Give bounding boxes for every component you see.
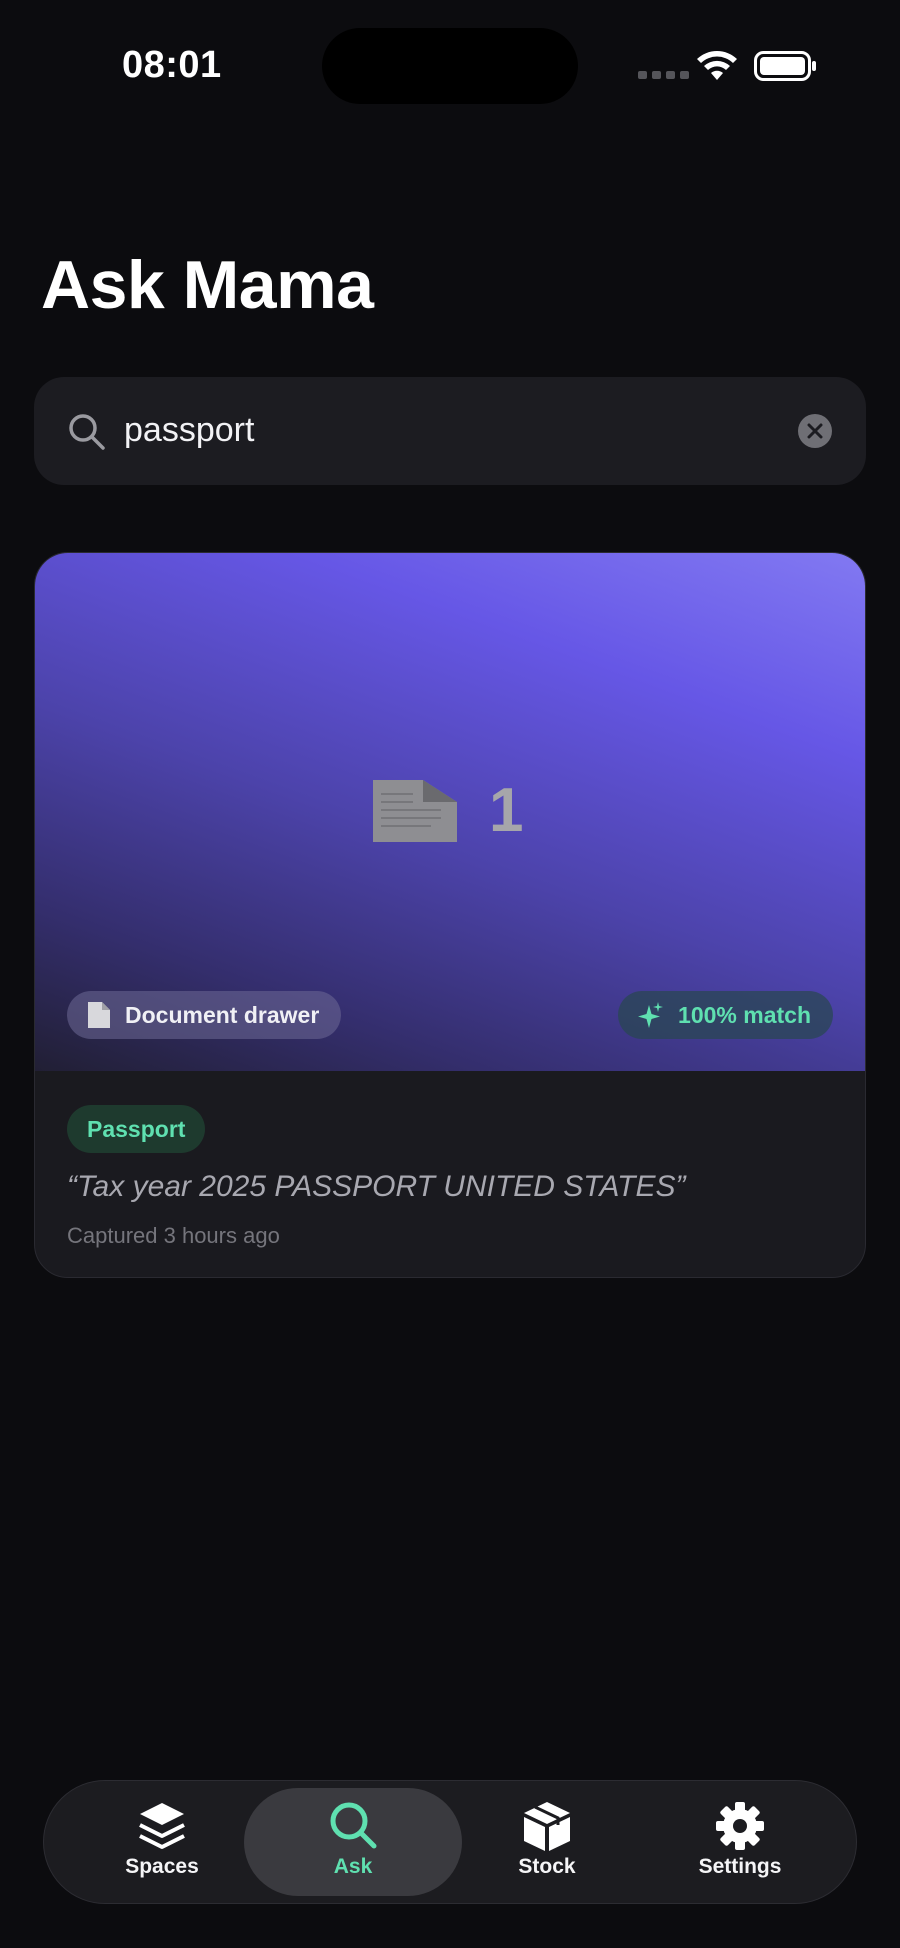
search-input[interactable]	[124, 411, 724, 450]
sparkle-icon	[638, 1002, 664, 1028]
document-icon	[88, 1002, 110, 1028]
result-count: 1	[489, 776, 524, 845]
source-label: Document drawer	[125, 1001, 320, 1028]
document-icon	[373, 780, 457, 842]
captured-time: Captured 3 hours ago	[67, 1223, 280, 1248]
tab-settings[interactable]: Settings	[650, 1799, 830, 1879]
search-icon	[69, 414, 105, 450]
status-time: 08:01	[122, 44, 222, 86]
tab-ask[interactable]: Ask	[263, 1799, 443, 1879]
card-hero: 1 Document drawer 100% match	[35, 553, 865, 1071]
tab-bar: Spaces Ask Stock Settings	[43, 1780, 857, 1904]
wifi-icon	[697, 51, 737, 80]
match-badge: 100% match	[618, 991, 833, 1039]
clear-search-button[interactable]	[798, 414, 832, 448]
battery-icon	[754, 51, 816, 81]
tab-label: Ask	[333, 1855, 373, 1878]
tab-stock[interactable]: Stock	[457, 1799, 637, 1879]
stack-icon	[139, 1803, 185, 1849]
tab-label: Stock	[518, 1855, 576, 1878]
search-icon	[330, 1802, 377, 1849]
close-icon	[807, 423, 823, 439]
match-label: 100% match	[678, 1001, 811, 1028]
tab-label: Spaces	[125, 1855, 199, 1878]
result-card[interactable]: 1 Document drawer 100% match Passport “T…	[34, 552, 866, 1278]
cellular-signal-icon	[638, 71, 689, 79]
gear-icon	[716, 1802, 764, 1850]
result-quote: “Tax year 2025 PASSPORT UNITED STATES”	[67, 1170, 686, 1203]
tab-spaces[interactable]: Spaces	[72, 1799, 252, 1879]
search-bar[interactable]	[34, 377, 866, 485]
dynamic-island	[322, 28, 578, 104]
page-title: Ask Mama	[41, 247, 374, 323]
box-icon	[524, 1802, 570, 1851]
source-badge: Document drawer	[67, 991, 342, 1039]
tab-label: Settings	[698, 1855, 782, 1878]
category-tag: Passport	[67, 1105, 206, 1153]
